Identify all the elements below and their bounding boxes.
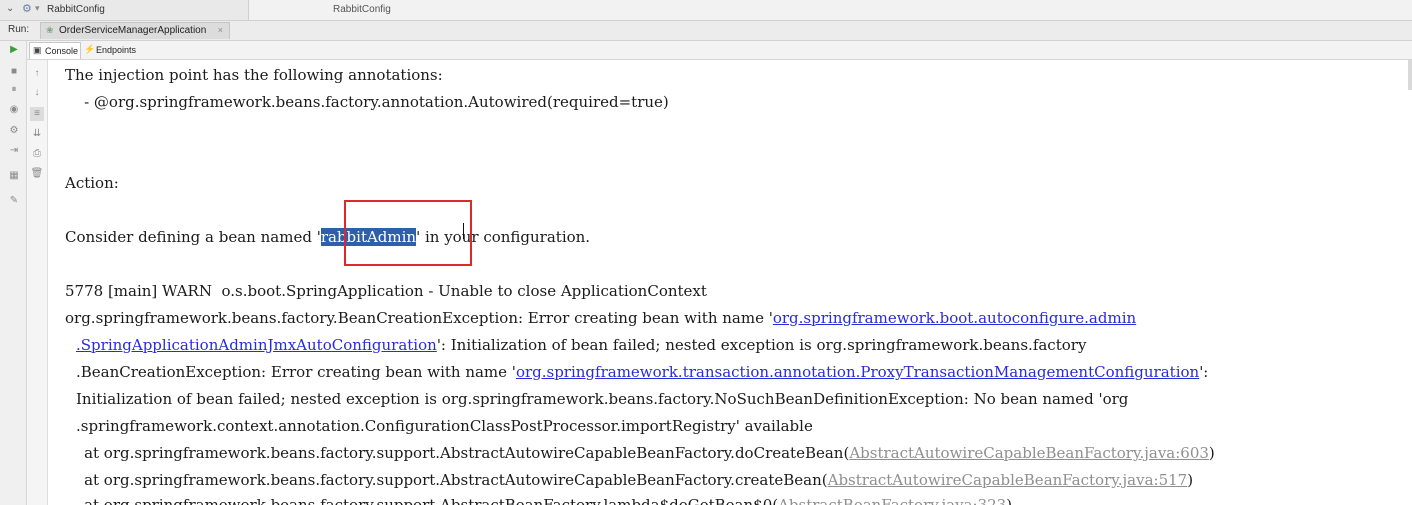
tab-console[interactable]: ▣ Console <box>29 42 81 59</box>
run-bar: Run: ❀ OrderServiceManagerApplication × <box>0 21 1412 41</box>
run-config-tab[interactable]: ❀ OrderServiceManagerApplication × <box>40 22 230 39</box>
tool-window-tabs: ▣ Console ⚡ Endpoints <box>0 41 1412 60</box>
close-icon[interactable]: × <box>218 25 223 35</box>
pause-icon[interactable]: ⏸ <box>7 83 21 97</box>
console-line: The injection point has the following an… <box>65 66 443 84</box>
text-segment: ) <box>1208 444 1215 462</box>
settings-icon[interactable]: ⚙ <box>7 124 21 138</box>
text-segment: ': Initialization of bean failed; nested… <box>436 336 1087 354</box>
console-actions-gutter: ↑ ↓ ≡ ⇊ ⎙ 🗑 <box>27 60 48 505</box>
console-line: Action: <box>65 174 119 192</box>
console-line: .springframework.context.annotation.Conf… <box>76 417 813 435</box>
text-segment: ': <box>1199 363 1209 381</box>
console-line: .SpringApplicationAdminJmxAutoConfigurat… <box>76 336 1086 354</box>
text-segment: at org.springframework.beans.factory.sup… <box>65 496 779 505</box>
source-link[interactable]: AbstractBeanFactory.java:323 <box>778 496 1006 505</box>
stack-trace-line: at org.springframework.beans.factory.sup… <box>65 471 1193 489</box>
console-line: .BeanCreationException: Error creating b… <box>76 363 1208 381</box>
play-icon[interactable]: ▶ <box>7 43 21 57</box>
tab-console-label: Console <box>45 46 79 56</box>
text-segment: org.springframework.beans.factory.BeanCr… <box>65 309 773 327</box>
window-title: RabbitConfig <box>333 4 391 15</box>
highlight-box <box>344 200 472 266</box>
text-segment: ) <box>1006 496 1013 505</box>
run-config-tab-label: OrderServiceManagerApplication <box>59 25 207 36</box>
layout-icon[interactable]: ▦ <box>7 169 21 183</box>
trash-icon[interactable]: 🗑 <box>30 167 44 181</box>
stack-trace-line: at org.springframework.beans.factory.sup… <box>65 444 1215 462</box>
project-name[interactable]: RabbitConfig <box>47 4 105 15</box>
pin-icon[interactable]: ✎ <box>7 194 21 208</box>
class-link[interactable]: org.springframework.boot.autoconfigure.a… <box>773 309 1136 327</box>
spring-leaf-icon: ❀ <box>46 25 54 35</box>
tab-endpoints[interactable]: ⚡ Endpoints <box>82 42 140 58</box>
text-segment: Consider defining a bean named ' <box>65 228 321 246</box>
scrollbar-thumb[interactable] <box>1408 60 1412 90</box>
chevron-down-icon[interactable]: ⌄ <box>6 3 14 14</box>
run-actions-gutter: ▶ ■ ⏸ ◉ ⚙ ⇥ ▦ ✎ <box>0 41 27 505</box>
source-link[interactable]: AbstractAutowireCapableBeanFactory.java:… <box>849 444 1209 462</box>
project-breadcrumb[interactable]: ⌄ ⚙ ▾ RabbitConfig <box>0 0 249 20</box>
stack-trace-line: at org.springframework.beans.factory.sup… <box>65 496 1012 505</box>
console-line: - @org.springframework.beans.factory.ann… <box>65 93 669 111</box>
tab-endpoints-label: Endpoints <box>96 45 137 55</box>
arrow-up-icon[interactable]: ↑ <box>30 67 44 81</box>
camera-icon[interactable]: ◉ <box>7 103 21 117</box>
endpoints-icon: ⚡ <box>84 44 96 54</box>
run-label: Run: <box>8 24 30 35</box>
class-link[interactable]: .SpringApplicationAdminJmxAutoConfigurat… <box>76 336 437 354</box>
class-link[interactable]: org.springframework.transaction.annotati… <box>516 363 1199 381</box>
console-line: Consider defining a bean named 'rabbitAd… <box>65 228 590 246</box>
text-caret <box>463 223 464 239</box>
text-segment: at org.springframework.beans.factory.sup… <box>65 471 828 489</box>
console-line: 5778 [main] WARN o.s.boot.SpringApplicat… <box>65 282 707 300</box>
print-icon[interactable]: ⎙ <box>30 147 44 161</box>
folder-icon: ▾ <box>35 3 40 13</box>
soft-wrap-icon[interactable]: ≡ <box>30 107 44 121</box>
text-segment: ) <box>1187 471 1194 489</box>
gear-icon[interactable]: ⚙ <box>22 2 32 15</box>
console-line: org.springframework.beans.factory.BeanCr… <box>65 309 1136 327</box>
source-link[interactable]: AbstractAutowireCapableBeanFactory.java:… <box>828 471 1188 489</box>
text-segment: .BeanCreationException: Error creating b… <box>76 363 516 381</box>
login-icon[interactable]: ⇥ <box>7 144 21 158</box>
console-output[interactable]: The injection point has the following an… <box>48 60 1412 505</box>
console-icon: ▣ <box>33 45 42 55</box>
arrow-down-icon[interactable]: ↓ <box>30 86 44 100</box>
text-segment: at org.springframework.beans.factory.sup… <box>65 444 850 462</box>
stop-icon[interactable]: ■ <box>7 65 21 79</box>
sort-icon[interactable]: ⇊ <box>30 127 44 141</box>
console-line: Initialization of bean failed; nested ex… <box>76 390 1129 408</box>
title-bar: ⌄ ⚙ ▾ RabbitConfig RabbitConfig <box>0 0 1412 21</box>
